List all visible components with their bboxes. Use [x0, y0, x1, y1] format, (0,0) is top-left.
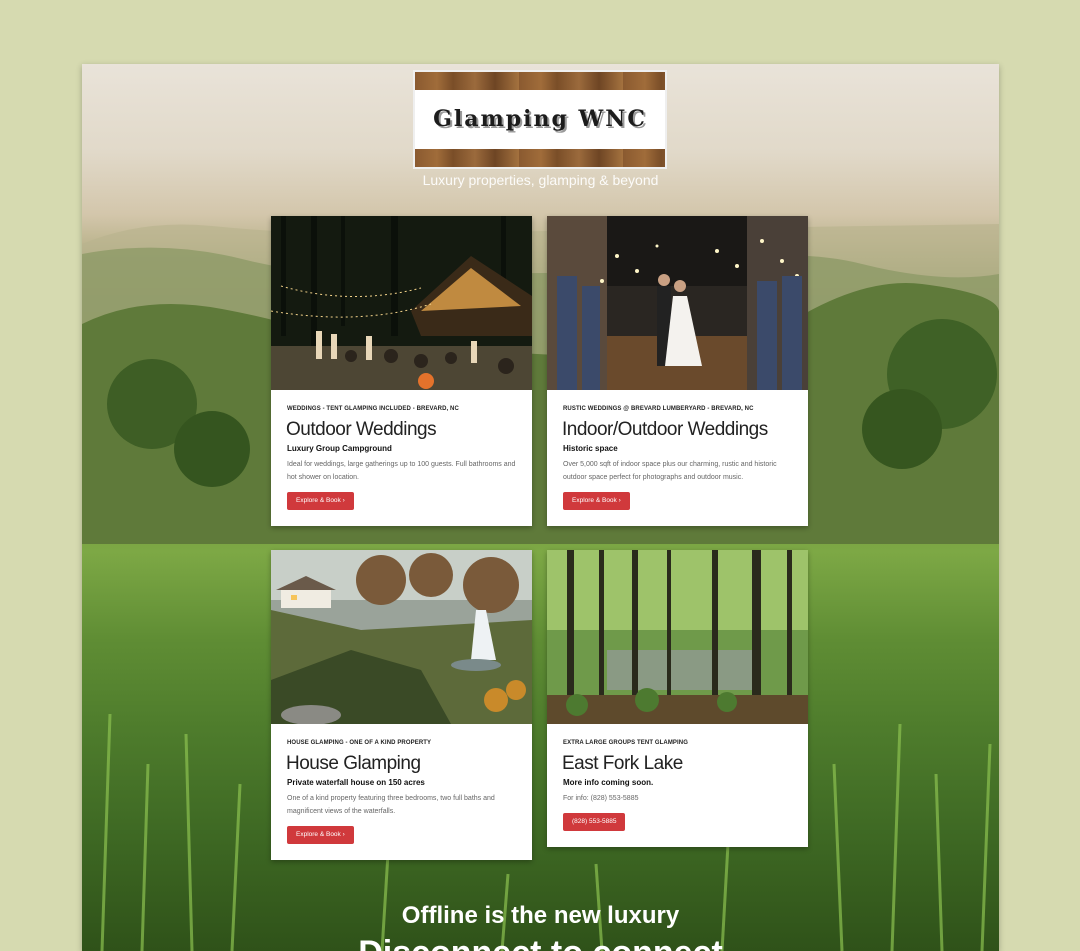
- card-title[interactable]: East Fork Lake: [562, 753, 683, 775]
- card-subtitle: Historic space: [563, 444, 618, 453]
- waterfall-house-photo: [271, 550, 532, 724]
- explore-book-button[interactable]: Explore & Book ›: [287, 826, 354, 844]
- card-kicker: HOUSE GLAMPING - ONE OF A KIND PROPERTY: [287, 740, 432, 746]
- card-description: One of a kind property featuring three b…: [287, 795, 495, 815]
- card-subtitle: More info coming soon.: [563, 778, 654, 787]
- landing-page: Glamping WNC Luxury properties, glamping…: [82, 64, 999, 951]
- card-outdoor-weddings: WEDDINGS - TENT GLAMPING INCLUDED - BREV…: [271, 216, 532, 526]
- explore-book-button[interactable]: Explore & Book ›: [563, 492, 630, 510]
- outdoor-wedding-photo: [271, 216, 532, 390]
- card-east-fork-lake: EXTRA LARGE GROUPS TENT GLAMPING East Fo…: [547, 550, 808, 847]
- card-kicker: WEDDINGS - TENT GLAMPING INCLUDED - BREV…: [287, 406, 459, 412]
- card-subtitle: Luxury Group Campground: [287, 444, 392, 453]
- card-description: Over 5,000 sqft of indoor space plus our…: [563, 461, 777, 481]
- phone-button[interactable]: (828) 553-5885: [563, 813, 626, 831]
- logo-text: Glamping WNC: [433, 106, 647, 132]
- card-title[interactable]: House Glamping: [286, 753, 421, 775]
- mountain-backdrop: [82, 224, 999, 544]
- logo-wood-plank-bottom: [415, 149, 665, 167]
- sparkler-wedding-photo: [547, 216, 808, 390]
- card-indoor-outdoor-weddings: RUSTIC WEDDINGS @ BREVARD LUMBERYARD - B…: [547, 216, 808, 526]
- logo-wood-plank-top: [415, 72, 665, 90]
- card-title[interactable]: Indoor/Outdoor Weddings: [562, 419, 768, 441]
- card-subtitle: Private waterfall house on 150 acres: [287, 778, 425, 787]
- card-description: For info: (828) 553-5885: [563, 795, 639, 802]
- card-kicker: RUSTIC WEDDINGS @ BREVARD LUMBERYARD - B…: [563, 406, 754, 412]
- card-kicker: EXTRA LARGE GROUPS TENT GLAMPING: [563, 740, 688, 746]
- site-logo[interactable]: Glamping WNC: [413, 70, 667, 169]
- footer-subheadline: Disconnect to connect: [82, 934, 999, 951]
- footer-headline: Offline is the new luxury: [401, 902, 680, 929]
- card-house-glamping: HOUSE GLAMPING - ONE OF A KIND PROPERTY …: [271, 550, 532, 860]
- explore-book-button[interactable]: Explore & Book ›: [287, 492, 354, 510]
- card-description: Ideal for weddings, large gatherings up …: [287, 461, 516, 481]
- site-tagline: Luxury properties, glamping & beyond: [422, 172, 659, 188]
- card-title[interactable]: Outdoor Weddings: [286, 419, 437, 441]
- forest-lake-photo: [547, 550, 808, 724]
